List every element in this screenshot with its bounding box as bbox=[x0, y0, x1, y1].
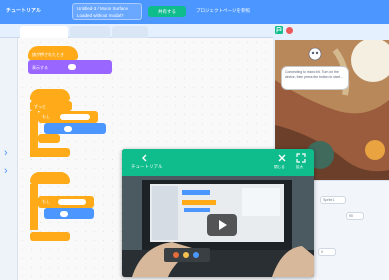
forever-block-arm bbox=[30, 184, 38, 230]
chevron-right-icon[interactable]: › bbox=[4, 148, 8, 159]
when-flag-clicked-block[interactable]: 旗が押されたとき bbox=[28, 46, 78, 60]
forever-block-end bbox=[30, 148, 70, 157]
video-play-button[interactable] bbox=[207, 214, 237, 236]
expand-label: 拡大 bbox=[296, 165, 304, 169]
tutorial-video-window[interactable]: チュートリアル 閉じる 拡大 bbox=[122, 149, 314, 277]
block-input[interactable] bbox=[60, 211, 68, 217]
y-position-input[interactable]: 0 bbox=[318, 248, 336, 256]
block-label: 表示する bbox=[32, 65, 48, 70]
tab-sounds[interactable] bbox=[112, 26, 148, 38]
sprite-name-input[interactable]: Sprite1 bbox=[320, 196, 346, 204]
forever-block-end bbox=[30, 232, 70, 241]
share-button[interactable]: 共有する bbox=[148, 6, 186, 17]
condition-input[interactable] bbox=[58, 199, 86, 205]
video-header: チュートリアル 閉じる 拡大 bbox=[122, 149, 314, 176]
if-label: もし bbox=[42, 114, 50, 119]
project-subtitle: Loaded without modal? bbox=[77, 13, 124, 18]
tutorial-menu[interactable]: チュートリアル bbox=[6, 7, 41, 14]
back-arrow-icon[interactable] bbox=[140, 153, 150, 163]
if-block[interactable]: もし bbox=[38, 196, 94, 208]
when-flag-clicked-block[interactable] bbox=[30, 89, 70, 101]
project-title-input[interactable]: Untitled-3 / Moon Surface Loaded without… bbox=[72, 3, 142, 20]
see-project-page-link[interactable]: プロジェクトページを参照 bbox=[196, 8, 250, 14]
block-input[interactable] bbox=[64, 126, 72, 132]
speech-bubble: Connecting to micro:bit. Turn on the dev… bbox=[281, 66, 349, 90]
scratch-editor: チュートリアル Untitled-3 / Moon Surface Loaded… bbox=[0, 0, 389, 280]
hat-label: 旗が押されたとき bbox=[32, 52, 64, 57]
play-icon bbox=[219, 220, 227, 230]
looks-block[interactable]: 表示する bbox=[28, 60, 112, 74]
when-flag-clicked-block[interactable] bbox=[30, 172, 70, 184]
expand-icon[interactable] bbox=[296, 153, 306, 163]
menu-bar: チュートリアル Untitled-3 / Moon Surface Loaded… bbox=[0, 0, 389, 24]
if-block-end bbox=[38, 134, 60, 143]
forever-label: ずっと bbox=[34, 104, 46, 109]
close-label: 閉じる bbox=[274, 165, 285, 169]
project-title: Untitled-3 / Moon Surface bbox=[77, 6, 129, 11]
forever-block[interactable]: ずっと bbox=[30, 101, 72, 111]
green-flag-icon[interactable] bbox=[275, 26, 283, 34]
condition-input[interactable] bbox=[60, 114, 90, 120]
video-title: チュートリアル bbox=[131, 164, 163, 169]
tab-costumes[interactable] bbox=[70, 26, 110, 38]
chevron-right-icon[interactable]: › bbox=[4, 166, 8, 177]
stop-icon[interactable] bbox=[286, 27, 293, 34]
if-block[interactable]: もし bbox=[38, 111, 98, 123]
motion-block[interactable] bbox=[44, 208, 94, 219]
block-palette-edge bbox=[0, 38, 18, 280]
motion-block[interactable] bbox=[44, 123, 106, 134]
close-icon[interactable] bbox=[277, 153, 287, 163]
block-input[interactable] bbox=[68, 64, 76, 70]
x-position-input[interactable]: 90 bbox=[346, 212, 364, 220]
tab-code[interactable] bbox=[20, 26, 68, 38]
if-label: もし bbox=[42, 199, 50, 204]
